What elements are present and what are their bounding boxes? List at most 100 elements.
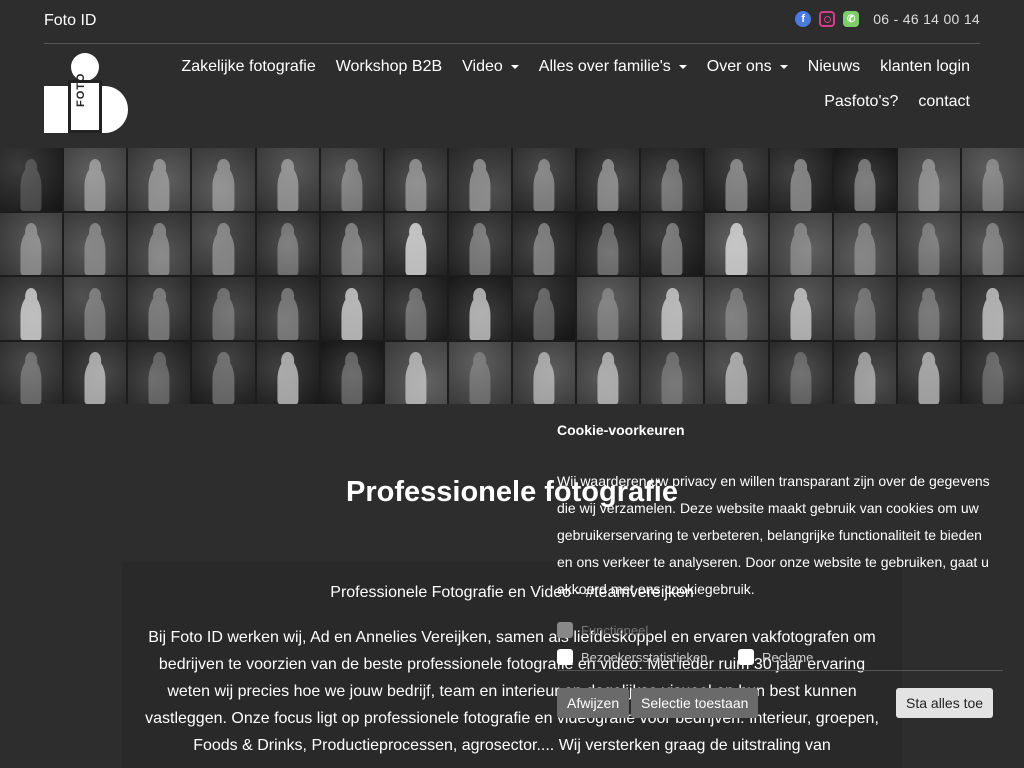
gallery-photo[interactable] xyxy=(769,341,832,404)
nav-item-label: Video xyxy=(462,58,503,75)
nav-item-6[interactable]: klanten login xyxy=(880,56,970,78)
gallery-photo[interactable] xyxy=(192,341,255,404)
gallery-photo[interactable] xyxy=(384,212,447,275)
nav-item-label: Alles over familie's xyxy=(538,58,671,75)
gallery-photo[interactable] xyxy=(961,277,1024,340)
gallery-photo[interactable] xyxy=(577,341,640,404)
ads-label[interactable]: Reclame xyxy=(762,650,813,665)
gallery-photo[interactable] xyxy=(513,212,576,275)
gallery-photo[interactable] xyxy=(192,277,255,340)
gallery-photo[interactable] xyxy=(961,212,1024,275)
gallery-photo[interactable] xyxy=(256,341,319,404)
gallery-photo[interactable] xyxy=(897,277,960,340)
gallery-photo[interactable] xyxy=(897,148,960,211)
allow-all-button[interactable]: Sta alles toe xyxy=(896,688,994,718)
gallery-photo[interactable] xyxy=(128,341,191,404)
nav-item-3[interactable]: Alles over familie's xyxy=(539,56,687,78)
photo-subject xyxy=(533,231,555,275)
photo-subject xyxy=(854,360,876,404)
gallery-photo[interactable] xyxy=(513,148,576,211)
photo-subject xyxy=(148,295,170,340)
nav-item-4[interactable]: Over ons xyxy=(707,56,788,78)
gallery-photo[interactable] xyxy=(128,212,191,275)
gallery-photo[interactable] xyxy=(192,148,255,211)
gallery-photo[interactable] xyxy=(897,212,960,275)
gallery-photo[interactable] xyxy=(897,341,960,404)
gallery-photo[interactable] xyxy=(641,277,704,340)
nav-item-1[interactable]: Workshop B2B xyxy=(336,56,442,78)
gallery-photo[interactable] xyxy=(961,341,1024,404)
gallery-photo[interactable] xyxy=(641,212,704,275)
gallery-photo[interactable] xyxy=(128,277,191,340)
gallery-photo[interactable] xyxy=(320,148,383,211)
gallery-photo[interactable] xyxy=(577,212,640,275)
gallery-photo[interactable] xyxy=(192,212,255,275)
gallery-photo[interactable] xyxy=(833,212,896,275)
gallery-photo[interactable] xyxy=(705,341,768,404)
gallery-photo[interactable] xyxy=(0,148,63,211)
instagram-icon[interactable] xyxy=(819,11,836,27)
gallery-photo[interactable] xyxy=(128,148,191,211)
site-logo[interactable]: FOTO xyxy=(44,53,128,133)
nav-item-2[interactable]: Video xyxy=(462,56,519,78)
gallery-photo[interactable] xyxy=(641,341,704,404)
gallery-photo[interactable] xyxy=(64,341,127,404)
phone-icon[interactable]: ✆ xyxy=(843,11,860,27)
gallery-photo[interactable] xyxy=(384,341,447,404)
gallery-photo[interactable] xyxy=(577,148,640,211)
statistics-checkbox[interactable] xyxy=(557,649,573,665)
gallery-photo[interactable] xyxy=(320,341,383,404)
gallery-photo[interactable] xyxy=(705,148,768,211)
reject-button[interactable]: Afwijzen xyxy=(557,688,630,718)
nav-item-0[interactable]: Zakelijke fotografie xyxy=(181,56,315,78)
facebook-icon[interactable]: f xyxy=(795,11,812,27)
gallery-photo[interactable] xyxy=(513,341,576,404)
gallery-photo[interactable] xyxy=(641,148,704,211)
gallery-photo[interactable] xyxy=(256,148,319,211)
statistics-label[interactable]: Bezoekersstatistieken xyxy=(581,650,707,665)
gallery-photo[interactable] xyxy=(448,148,511,211)
ads-checkbox[interactable] xyxy=(738,649,754,665)
gallery-photo[interactable] xyxy=(705,212,768,275)
cookie-option-statistics[interactable]: Bezoekersstatistieken xyxy=(557,649,707,665)
gallery-photo[interactable] xyxy=(769,148,832,211)
gallery-photo[interactable] xyxy=(0,277,63,340)
gallery-photo[interactable] xyxy=(961,148,1024,211)
photo-subject xyxy=(982,360,1004,404)
gallery-photo[interactable] xyxy=(384,148,447,211)
gallery-photo[interactable] xyxy=(0,341,63,404)
photo-subject xyxy=(405,360,427,404)
gallery-photo[interactable] xyxy=(448,212,511,275)
photo-subject xyxy=(84,295,106,340)
photo-subject xyxy=(597,166,619,211)
allow-selection-button[interactable]: Selectie toestaan xyxy=(631,688,759,718)
gallery-photo[interactable] xyxy=(64,277,127,340)
gallery-photo[interactable] xyxy=(256,212,319,275)
gallery-photo[interactable] xyxy=(833,277,896,340)
phone-number[interactable]: 06 - 46 14 00 14 xyxy=(873,11,980,27)
gallery-photo[interactable] xyxy=(833,148,896,211)
gallery-photo[interactable] xyxy=(320,212,383,275)
gallery-photo[interactable] xyxy=(769,277,832,340)
gallery-photo[interactable] xyxy=(320,277,383,340)
gallery-photo[interactable] xyxy=(513,277,576,340)
photo-subject xyxy=(341,360,363,404)
gallery-photo[interactable] xyxy=(448,341,511,404)
top-bar: Foto ID f ✆ 06 - 46 14 00 14 xyxy=(44,0,980,44)
gallery-photo[interactable] xyxy=(833,341,896,404)
gallery-photo[interactable] xyxy=(256,277,319,340)
brand-text[interactable]: Foto ID xyxy=(44,12,96,30)
cookie-option-ads[interactable]: Reclame xyxy=(738,649,813,665)
gallery-photo[interactable] xyxy=(448,277,511,340)
gallery-photo[interactable] xyxy=(0,212,63,275)
gallery-photo[interactable] xyxy=(705,277,768,340)
gallery-photo[interactable] xyxy=(64,212,127,275)
gallery-photo[interactable] xyxy=(384,277,447,340)
nav-item-8[interactable]: contact xyxy=(918,91,970,113)
photo-subject xyxy=(725,231,747,275)
nav-item-7[interactable]: Pasfoto's? xyxy=(824,91,898,113)
gallery-photo[interactable] xyxy=(769,212,832,275)
nav-item-5[interactable]: Nieuws xyxy=(808,56,860,78)
gallery-photo[interactable] xyxy=(64,148,127,211)
gallery-photo[interactable] xyxy=(577,277,640,340)
